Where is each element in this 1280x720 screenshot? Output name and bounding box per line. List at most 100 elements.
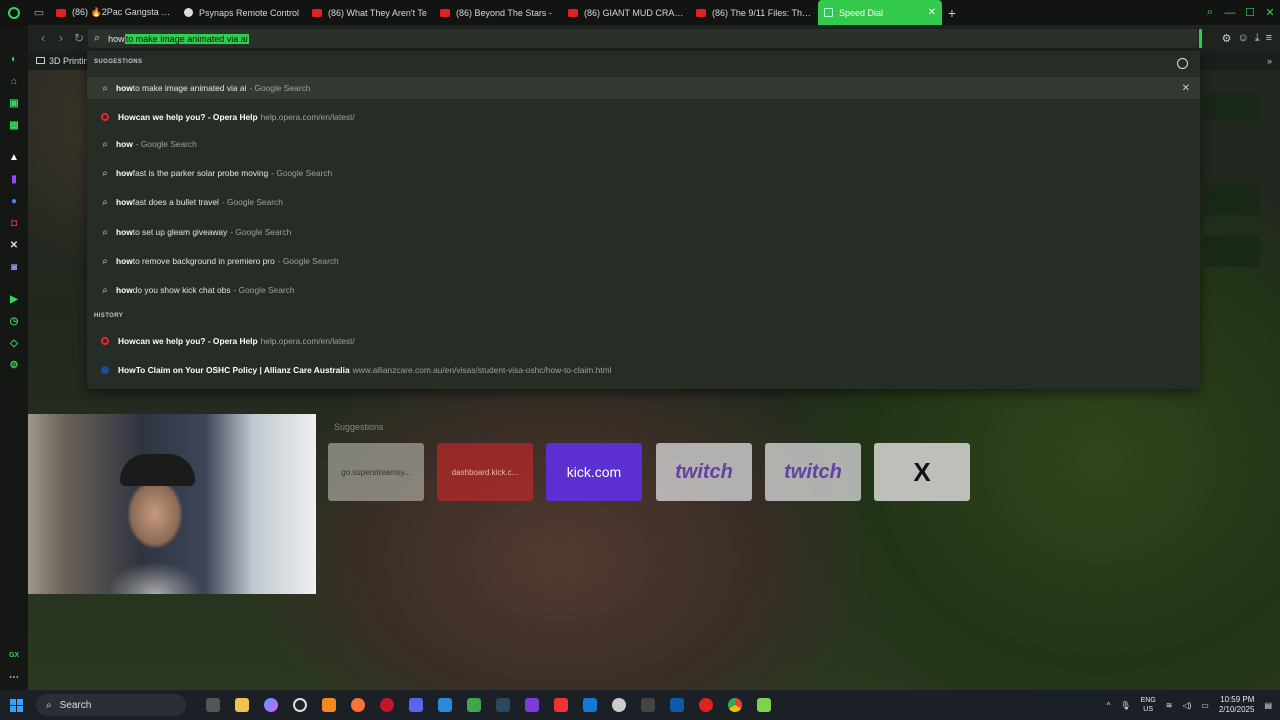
suggestion-item[interactable]: ⌕ how to make image animated via ai - Goo… bbox=[87, 77, 1200, 99]
wallet-icon[interactable]: ▣ bbox=[8, 97, 20, 109]
twitch-icon[interactable]: ▮ bbox=[8, 173, 20, 185]
remove-suggestion-icon[interactable]: ✕ bbox=[1182, 83, 1190, 94]
messenger-icon[interactable]: ● bbox=[8, 195, 20, 207]
speed-dial-tile-kick[interactable]: kick.com bbox=[546, 443, 642, 501]
vscode-icon[interactable] bbox=[430, 690, 459, 720]
search-tabs-icon[interactable]: ⌕ bbox=[1200, 0, 1220, 25]
windows-taskbar: ⌕ Search ^ 🎙 ENG US ≋ ◁) ▭ 10:59 PM 2/10… bbox=[0, 690, 1280, 720]
streamlabs-icon[interactable] bbox=[546, 690, 575, 720]
browser-app-icon[interactable] bbox=[604, 690, 633, 720]
discord-icon[interactable]: ◙ bbox=[8, 261, 20, 273]
youtube-icon bbox=[696, 8, 706, 17]
close-tab-icon[interactable]: ✕ bbox=[928, 7, 936, 18]
history-item[interactable]: How can we help you? - Opera Help help.op… bbox=[87, 330, 1200, 352]
player-icon[interactable]: ▦ bbox=[8, 119, 20, 131]
profile-icon[interactable]: ☺ bbox=[1237, 32, 1248, 44]
opera-taskbar-icon[interactable] bbox=[372, 690, 401, 720]
outlook-icon[interactable] bbox=[575, 690, 604, 720]
minimize-icon[interactable]: — bbox=[1220, 0, 1240, 25]
volume-icon[interactable]: ◁) bbox=[1182, 701, 1191, 710]
tab-speed-dial[interactable]: Speed Dial ✕ bbox=[818, 0, 942, 25]
notifications-icon[interactable]: ▤ bbox=[1264, 701, 1272, 710]
wifi-icon[interactable]: ≋ bbox=[1166, 701, 1173, 710]
suggestions-header: SUGGESTIONS bbox=[94, 59, 143, 65]
suggestion-item[interactable]: ⌕ how do you show kick chat obs - Google … bbox=[87, 279, 1200, 301]
easy-setup-icon[interactable]: ≡ bbox=[1266, 32, 1272, 44]
firefox-icon[interactable] bbox=[343, 690, 372, 720]
history-icon[interactable]: ◷ bbox=[8, 315, 20, 327]
suggestion-item[interactable]: ⌕ how to remove background in premiero p… bbox=[87, 250, 1200, 272]
gx-icon[interactable]: GX bbox=[8, 649, 20, 661]
tab-psynaps[interactable]: Psynaps Remote Control bbox=[178, 0, 306, 25]
history-header: HISTORY bbox=[94, 313, 124, 319]
suggestion-item[interactable]: ⌕ how - Google Search bbox=[87, 133, 1200, 155]
discord-taskbar-icon[interactable] bbox=[401, 690, 430, 720]
bookmarks-more-icon[interactable]: » bbox=[1267, 56, 1272, 66]
extensions-icon[interactable]: ⚙ bbox=[1222, 32, 1232, 45]
right-panel-button[interactable] bbox=[1204, 92, 1260, 120]
maximize-icon[interactable]: ☐ bbox=[1240, 0, 1260, 25]
taskbar-search[interactable]: ⌕ Search bbox=[36, 694, 186, 716]
pinboard-icon[interactable]: ◇ bbox=[8, 337, 20, 349]
search-icon: ⌕ bbox=[102, 196, 108, 208]
chrome-icon[interactable] bbox=[720, 690, 749, 720]
opera-menu-icon[interactable] bbox=[0, 0, 28, 25]
copilot-icon[interactable] bbox=[256, 690, 285, 720]
shortcut-icon[interactable]: ▲ bbox=[8, 151, 20, 163]
bookmark-folder[interactable]: 3D Printin bbox=[49, 56, 89, 66]
media-app-icon[interactable] bbox=[691, 690, 720, 720]
speed-dial-tile-twitch-1[interactable]: twitch bbox=[656, 443, 752, 501]
workspaces-icon[interactable]: ⌂ bbox=[8, 75, 20, 87]
settings-icon[interactable]: ⚙ bbox=[8, 359, 20, 371]
vlc-icon[interactable] bbox=[314, 690, 343, 720]
history-item[interactable]: How To Claim on Your OSHC Policy | Allia… bbox=[87, 359, 1200, 381]
notepad-icon[interactable] bbox=[749, 690, 778, 720]
language-indicator[interactable]: ENG US bbox=[1141, 696, 1156, 714]
tab-youtube-what-they[interactable]: (86) What They Aren't Te bbox=[306, 0, 434, 25]
search-icon: ⌕ bbox=[102, 226, 108, 238]
player-play-icon[interactable]: ▶ bbox=[8, 293, 20, 305]
speed-dial-tile-twitch-2[interactable]: twitch bbox=[765, 443, 861, 501]
aria-icon[interactable]: ◐ bbox=[8, 53, 20, 65]
suggestion-item[interactable]: How can we help you? - Opera Help help.op… bbox=[87, 106, 1200, 128]
speed-dial-tile-superstream[interactable]: go.superstreamsy... bbox=[328, 443, 424, 501]
obs-icon[interactable] bbox=[285, 690, 314, 720]
address-input[interactable]: ⌕ how to make image animated via ai bbox=[88, 29, 1202, 48]
speed-dial-tile-kick-dashboard[interactable]: dashboard.kick.c... bbox=[437, 443, 533, 501]
forward-icon[interactable]: › bbox=[52, 31, 70, 45]
task-view-icon[interactable] bbox=[198, 690, 227, 720]
sidebar: ◐ ⌂ ▣ ▦ ▲ ▮ ● ◘ ✕ ◙ ▶ ◷ ◇ ⚙ GX ⋯ bbox=[0, 25, 28, 690]
x-icon[interactable]: ✕ bbox=[8, 239, 20, 251]
tab-youtube-mud-crab[interactable]: (86) GIANT MUD CRAB C bbox=[562, 0, 690, 25]
tab-youtube-911-files[interactable]: (86) The 9/11 Files: The C bbox=[690, 0, 818, 25]
emoji-icon[interactable] bbox=[1177, 58, 1188, 69]
suggestion-item[interactable]: ⌕ how fast is the parker solar probe mov… bbox=[87, 162, 1200, 184]
monitor-app-icon[interactable] bbox=[633, 690, 662, 720]
microphone-icon[interactable]: 🎙 bbox=[1120, 701, 1130, 710]
close-window-icon[interactable]: ✕ bbox=[1260, 0, 1280, 25]
opera-icon bbox=[101, 113, 109, 121]
tab-youtube-2pac[interactable]: (86) 🔥2Pac Gangsta Ra bbox=[50, 0, 178, 25]
globe-icon bbox=[184, 8, 193, 17]
windows-icon bbox=[9, 698, 23, 712]
speed-dial-tile-x[interactable]: X bbox=[874, 443, 970, 501]
suggestion-item[interactable]: ⌕ how to set up gleam giveaway - Google S… bbox=[87, 221, 1200, 243]
download-icon[interactable]: ⤓ bbox=[1255, 32, 1260, 45]
clock[interactable]: 10:59 PM 2/10/2025 bbox=[1219, 695, 1255, 715]
instagram-icon[interactable]: ◘ bbox=[8, 217, 20, 229]
app-icon[interactable] bbox=[517, 690, 546, 720]
back-icon[interactable]: ‹ bbox=[34, 31, 52, 45]
more-icon[interactable]: ⋯ bbox=[8, 671, 20, 683]
battery-icon[interactable]: ▭ bbox=[1201, 701, 1209, 710]
suggestion-item[interactable]: ⌕ how fast does a bullet travel - Google … bbox=[87, 191, 1200, 213]
file-explorer-icon[interactable] bbox=[227, 690, 256, 720]
new-tab-button[interactable]: + bbox=[942, 5, 962, 21]
start-button[interactable] bbox=[0, 690, 32, 720]
tab-youtube-beyond-stars[interactable]: (86) Beyond The Stars - bbox=[434, 0, 562, 25]
tab-islands-icon[interactable]: ▭ bbox=[28, 0, 50, 25]
terminal-icon[interactable] bbox=[662, 690, 691, 720]
reload-icon[interactable]: ↻ bbox=[70, 31, 88, 45]
steam-icon[interactable] bbox=[488, 690, 517, 720]
shield-app-icon[interactable] bbox=[459, 690, 488, 720]
tray-overflow-icon[interactable]: ^ bbox=[1107, 701, 1111, 710]
